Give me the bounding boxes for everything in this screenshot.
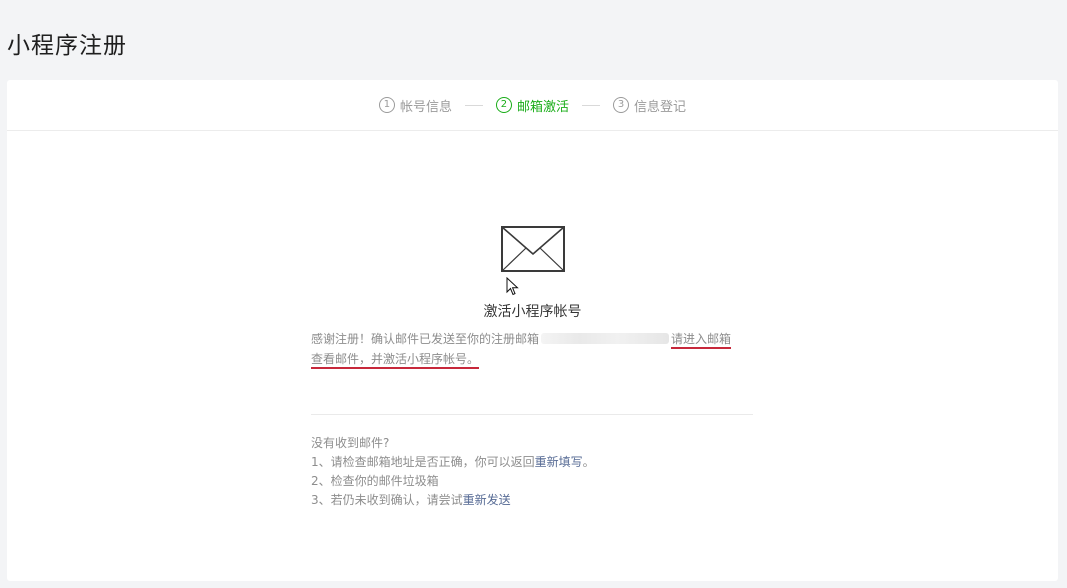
notice-enter-mailbox: 请进入邮箱 xyxy=(671,332,732,349)
page-title: 小程序注册 xyxy=(7,33,127,59)
activation-heading: 激活小程序帐号 xyxy=(483,304,582,320)
step-email-activation: 2 邮箱激活 xyxy=(495,96,569,115)
step-indicator: 1 帐号信息 2 邮箱激活 3 信息登记 xyxy=(7,80,1058,131)
blurred-email xyxy=(541,333,670,344)
divider xyxy=(311,414,753,415)
notice-check-mail: 查看邮件，并激活小程序帐号。 xyxy=(311,352,480,369)
activation-notice: 感谢注册！确认邮件已发送至你的注册邮箱 请进入邮箱查看邮件，并激活小程序帐号。 xyxy=(311,329,751,369)
step-number: 3 xyxy=(613,97,629,113)
registration-card: 1 帐号信息 2 邮箱激活 3 信息登记 激活小程序帐号 感谢注册！确认邮件已发… xyxy=(7,80,1058,581)
tips-section: 没有收到邮件? 1、请检查邮箱地址是否正确，你可以返回重新填写。 2、检查你的邮… xyxy=(311,434,771,510)
step-number: 1 xyxy=(378,97,395,113)
mail-envelope-icon xyxy=(501,226,565,272)
tip-text: 1、请检查邮箱地址是否正确，你可以返回 xyxy=(311,455,535,469)
tip-item-2: 2、检查你的邮件垃圾箱 xyxy=(311,474,439,488)
tip-text: 。 xyxy=(582,455,595,469)
tip-item-1: 1、请检查邮箱地址是否正确，你可以返回重新填写。 xyxy=(311,453,771,472)
refill-link[interactable]: 重新填写 xyxy=(535,455,583,469)
step-separator xyxy=(582,104,600,106)
step-separator xyxy=(464,104,483,106)
step-label: 帐号信息 xyxy=(399,99,452,115)
tip-text: 3、若仍未收到确认，请尝试 xyxy=(311,493,463,507)
notice-prefix: 感谢注册！确认邮件已发送至你的注册邮箱 xyxy=(311,332,540,346)
step-account-info: 1 帐号信息 xyxy=(378,96,452,115)
tip-item-3: 3、若仍未收到确认，请尝试重新发送 xyxy=(311,491,771,510)
tips-title: 没有收到邮件? xyxy=(311,436,390,450)
resend-link[interactable]: 重新发送 xyxy=(463,493,511,507)
step-info-registration: 3 信息登记 xyxy=(613,96,686,115)
step-label: 邮箱激活 xyxy=(516,99,569,115)
mouse-cursor-icon xyxy=(506,277,519,296)
step-number: 2 xyxy=(495,97,512,113)
step-label: 信息登记 xyxy=(634,99,687,115)
